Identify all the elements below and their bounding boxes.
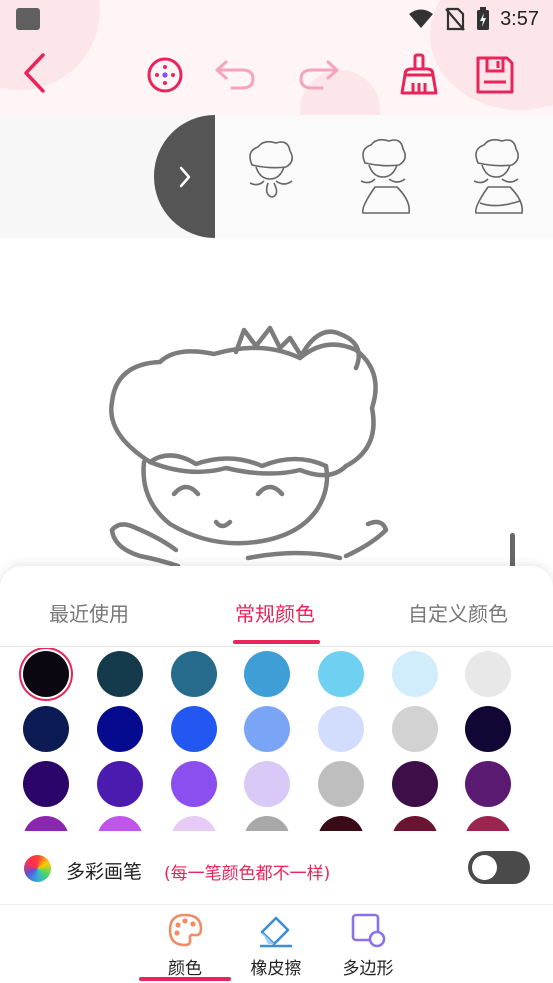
- color-swatch[interactable]: [171, 651, 217, 697]
- color-swatch[interactable]: [171, 816, 217, 831]
- step-thumbnail-3[interactable]: [466, 137, 536, 217]
- active-tab-indicator: [233, 640, 320, 644]
- color-swatch[interactable]: [23, 651, 69, 697]
- color-swatch[interactable]: [97, 761, 143, 807]
- no-sim-icon: [445, 7, 465, 31]
- rainbow-color-wheel-icon: [24, 855, 51, 882]
- color-swatch[interactable]: [318, 706, 364, 752]
- step-thumbnail-2[interactable]: [353, 137, 423, 217]
- rainbow-brush-label: 多彩画笔: [66, 861, 143, 883]
- color-swatch[interactable]: [392, 816, 438, 831]
- color-swatch[interactable]: [244, 816, 290, 831]
- status-time: 3:57: [500, 7, 539, 30]
- status-icons: 3:57: [408, 6, 539, 32]
- color-swatch[interactable]: [23, 816, 69, 831]
- broom-icon: [400, 53, 438, 95]
- tab-standard-colors[interactable]: 常规颜色: [235, 598, 315, 627]
- back-button[interactable]: [14, 48, 54, 98]
- nav-polygon-label: 多边形: [342, 959, 394, 979]
- bottom-tool-nav: 颜色 橡皮擦 多边形: [0, 906, 553, 983]
- undo-icon: [215, 60, 255, 90]
- color-swatch-grid: [0, 648, 553, 831]
- battery-charging-icon: [477, 7, 490, 30]
- redo-button[interactable]: [294, 54, 344, 96]
- back-icon: [24, 53, 45, 93]
- step-thumbnail-1[interactable]: [240, 137, 310, 217]
- color-swatch[interactable]: [244, 651, 290, 697]
- thumbnail-list: [215, 115, 553, 238]
- color-swatch[interactable]: [97, 706, 143, 752]
- clear-button[interactable]: [396, 50, 442, 100]
- color-swatch[interactable]: [23, 706, 69, 752]
- tab-recent[interactable]: 最近使用: [49, 598, 129, 627]
- color-swatch[interactable]: [318, 761, 364, 807]
- wifi-icon: [409, 9, 434, 28]
- chevron-right-icon: [179, 166, 190, 187]
- polygon-icon: [351, 913, 386, 948]
- save-icon: [476, 56, 514, 94]
- palette-icon: [168, 913, 203, 947]
- rainbow-brush-toggle[interactable]: [468, 851, 530, 884]
- nav-polygon[interactable]: 多边形: [323, 912, 413, 979]
- active-nav-indicator: [139, 977, 231, 981]
- color-swatch[interactable]: [23, 761, 69, 807]
- toolbar: [0, 40, 553, 110]
- color-swatch[interactable]: [97, 651, 143, 697]
- status-bar: 3:57: [0, 0, 553, 40]
- color-swatch[interactable]: [244, 706, 290, 752]
- nav-color-label: 颜色: [168, 959, 202, 979]
- color-swatch[interactable]: [244, 761, 290, 807]
- nav-eraser[interactable]: 橡皮擦: [231, 912, 321, 979]
- step-thumbnail-strip: [0, 115, 553, 238]
- color-tabs: 最近使用 常规颜色 自定义颜色: [0, 566, 553, 647]
- color-swatch[interactable]: [465, 761, 511, 807]
- crosshair-icon: [147, 57, 183, 93]
- app-notification-icon: [16, 8, 40, 30]
- save-button[interactable]: [470, 50, 520, 100]
- tab-custom-colors[interactable]: 自定义颜色: [408, 598, 508, 627]
- color-swatch[interactable]: [465, 651, 511, 697]
- collapse-thumbnails-button[interactable]: [154, 115, 215, 238]
- rainbow-brush-note: (每一笔颜色都不一样): [164, 864, 331, 884]
- drawing-canvas[interactable]: [0, 238, 553, 578]
- center-view-button[interactable]: [144, 54, 186, 96]
- rainbow-brush-row: 多彩画笔 (每一笔颜色都不一样): [0, 834, 553, 905]
- toggle-knob: [472, 855, 497, 880]
- color-swatch[interactable]: [318, 651, 364, 697]
- color-swatch[interactable]: [392, 706, 438, 752]
- color-swatch[interactable]: [171, 706, 217, 752]
- color-swatch[interactable]: [392, 651, 438, 697]
- color-swatch[interactable]: [318, 816, 364, 831]
- nav-eraser-label: 橡皮擦: [250, 959, 302, 979]
- color-bottom-sheet: 最近使用 常规颜色 自定义颜色 多彩画笔 (每一笔颜色都不一样) 颜色 橡皮擦: [0, 566, 553, 983]
- eraser-icon: [260, 916, 292, 948]
- color-swatch[interactable]: [465, 816, 511, 831]
- nav-color[interactable]: 颜色: [140, 912, 230, 979]
- color-swatch[interactable]: [465, 706, 511, 752]
- redo-icon: [299, 60, 339, 90]
- color-swatch[interactable]: [392, 761, 438, 807]
- coloring-line-art: [109, 325, 389, 569]
- color-swatch[interactable]: [171, 761, 217, 807]
- color-swatch[interactable]: [97, 816, 143, 831]
- undo-button[interactable]: [210, 54, 260, 96]
